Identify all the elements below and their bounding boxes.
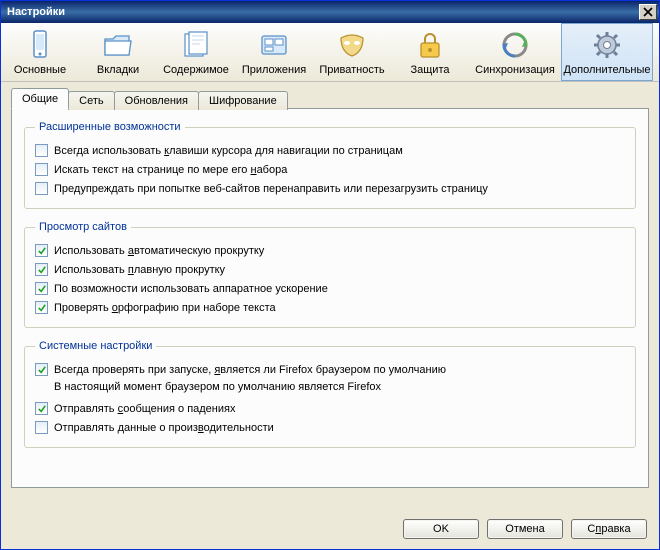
category-label: Вкладки	[97, 64, 139, 76]
row-default-check: Всегда проверять при запуске, является л…	[35, 360, 625, 379]
group-system: Системные настройки Всегда проверять при…	[24, 340, 636, 448]
row-cursor-nav: Всегда использовать клавиши курсора для …	[35, 141, 625, 160]
checkbox-spellcheck[interactable]	[35, 301, 48, 314]
label-crash[interactable]: Отправлять сообщения о падениях	[54, 403, 235, 415]
apps-icon	[258, 29, 290, 61]
label-spellcheck[interactable]: Проверять орфографию при наборе текста	[54, 302, 276, 314]
row-hwaccel: По возможности использовать аппаратное у…	[35, 279, 625, 298]
tab-general[interactable]: Общие	[11, 88, 69, 109]
label-search-as-type[interactable]: Искать текст на странице по мере его наб…	[54, 164, 287, 176]
ok-button[interactable]: OK	[403, 519, 479, 539]
legend-system: Системные настройки	[35, 340, 156, 352]
legend-advanced: Расширенные возможности	[35, 121, 185, 133]
category-label: Содержимое	[163, 64, 229, 76]
row-perf: Отправлять данные о производительности	[35, 418, 625, 437]
legend-browsing: Просмотр сайтов	[35, 221, 131, 233]
content-area: Общие Сеть Обновления Шифрование Расшире…	[1, 82, 659, 498]
label-smoothscroll[interactable]: Использовать плавную прокрутку	[54, 264, 225, 276]
tab-encryption[interactable]: Шифрование	[198, 91, 288, 110]
category-label: Дополнительные	[563, 64, 650, 76]
category-applications[interactable]: Приложения	[235, 23, 313, 81]
tab-updates[interactable]: Обновления	[114, 91, 199, 110]
label-cursor-nav[interactable]: Всегда использовать клавиши курсора для …	[54, 145, 403, 157]
checkbox-cursor-nav[interactable]	[35, 144, 48, 157]
label-hwaccel[interactable]: По возможности использовать аппаратное у…	[54, 283, 328, 295]
row-smoothscroll: Использовать плавную прокрутку	[35, 260, 625, 279]
window-title: Настройки	[7, 6, 65, 18]
category-advanced[interactable]: Дополнительные	[561, 23, 653, 81]
titlebar: Настройки	[1, 1, 659, 23]
dialog-buttons: OK Отмена Справка	[403, 519, 647, 539]
lock-icon	[414, 29, 446, 61]
category-label: Основные	[14, 64, 66, 76]
row-warn-redirect: Предупреждать при попытке веб-сайтов пер…	[35, 179, 625, 198]
group-advanced-features: Расширенные возможности Всегда использов…	[24, 121, 636, 209]
category-label: Приложения	[242, 64, 306, 76]
folder-icon	[102, 29, 134, 61]
tab-panel-general: Расширенные возможности Всегда использов…	[11, 108, 649, 488]
category-general[interactable]: Основные	[1, 23, 79, 81]
gear-icon	[591, 29, 623, 61]
close-button[interactable]	[639, 4, 657, 20]
category-content[interactable]: Содержимое	[157, 23, 235, 81]
checkbox-search-as-type[interactable]	[35, 163, 48, 176]
default-browser-status: В настоящий момент браузером по умолчани…	[35, 379, 625, 399]
checkbox-autoscroll[interactable]	[35, 244, 48, 257]
category-label: Защита	[411, 64, 450, 76]
row-spellcheck: Проверять орфографию при наборе текста	[35, 298, 625, 317]
category-toolbar: Основные Вкладки Содержимое Приложения П…	[1, 23, 659, 82]
category-label: Синхронизация	[475, 64, 555, 76]
checkbox-default-check[interactable]	[35, 363, 48, 376]
row-search-as-type: Искать текст на странице по мере его наб…	[35, 160, 625, 179]
documents-icon	[180, 29, 212, 61]
category-label: Приватность	[319, 64, 384, 76]
mask-icon	[336, 29, 368, 61]
checkbox-crash[interactable]	[35, 402, 48, 415]
group-browsing: Просмотр сайтов Использовать автоматичес…	[24, 221, 636, 328]
help-button[interactable]: Справка	[571, 519, 647, 539]
category-sync[interactable]: Синхронизация	[469, 23, 561, 81]
sync-icon	[499, 29, 531, 61]
label-perf[interactable]: Отправлять данные о производительности	[54, 422, 274, 434]
row-crash: Отправлять сообщения о падениях	[35, 399, 625, 418]
subtabs: Общие Сеть Обновления Шифрование	[11, 88, 649, 109]
settings-window: Настройки Основные Вкладки Содержимое	[0, 0, 660, 550]
checkbox-warn-redirect[interactable]	[35, 182, 48, 195]
label-warn-redirect[interactable]: Предупреждать при попытке веб-сайтов пер…	[54, 183, 488, 195]
phone-icon	[24, 29, 56, 61]
checkbox-hwaccel[interactable]	[35, 282, 48, 295]
tab-network[interactable]: Сеть	[68, 91, 114, 110]
category-security[interactable]: Защита	[391, 23, 469, 81]
checkbox-smoothscroll[interactable]	[35, 263, 48, 276]
label-autoscroll[interactable]: Использовать автоматическую прокрутку	[54, 245, 264, 257]
category-privacy[interactable]: Приватность	[313, 23, 391, 81]
checkbox-perf[interactable]	[35, 421, 48, 434]
cancel-button[interactable]: Отмена	[487, 519, 563, 539]
label-default-check[interactable]: Всегда проверять при запуске, является л…	[54, 364, 446, 376]
row-autoscroll: Использовать автоматическую прокрутку	[35, 241, 625, 260]
category-tabs[interactable]: Вкладки	[79, 23, 157, 81]
